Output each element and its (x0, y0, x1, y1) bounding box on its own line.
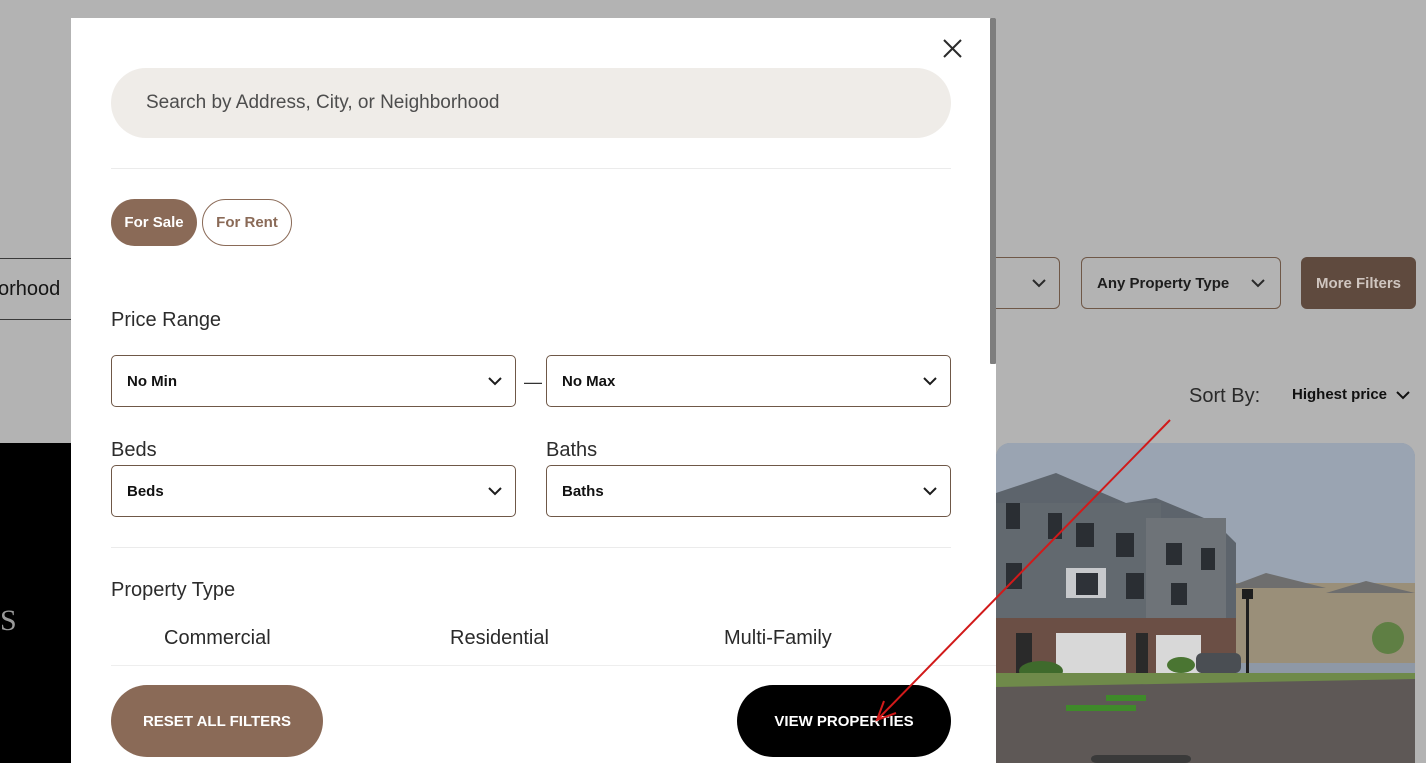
price-range-separator: — (524, 372, 542, 392)
beds-value: Beds (127, 482, 164, 500)
chevron-down-icon (488, 377, 502, 386)
close-button[interactable] (941, 37, 964, 60)
baths-label: Baths (546, 439, 598, 461)
chevron-down-icon (1032, 279, 1046, 288)
sort-by-dropdown[interactable]: Highest price (1292, 386, 1411, 403)
baths-value: Baths (562, 482, 604, 500)
beds-label: Beds (111, 439, 157, 461)
background-property-type-label: Any Property Type (1097, 274, 1230, 292)
price-range-label: Price Range (111, 309, 222, 331)
background-property-type-select[interactable]: Any Property Type (1081, 257, 1281, 309)
background-listing-photo[interactable] (996, 443, 1415, 763)
for-sale-toggle[interactable]: For Sale (111, 199, 197, 246)
sort-by-label: Sort By: (1189, 385, 1261, 407)
background-price-select[interactable] (990, 257, 1060, 309)
reset-all-filters-label: RESET ALL FILTERS (142, 712, 292, 730)
chevron-down-icon (1396, 390, 1410, 399)
background-more-filters-label: More Filters (1315, 274, 1402, 292)
price-max-select[interactable]: No Max (546, 355, 951, 407)
background-search-field[interactable]: orhood (0, 258, 74, 320)
search-input[interactable] (144, 91, 951, 115)
background-card-logo: S (0, 604, 17, 637)
price-min-value: No Min (127, 372, 177, 390)
chevron-down-icon (1251, 279, 1265, 288)
chevron-down-icon (923, 487, 937, 496)
property-type-residential[interactable]: Residential (450, 627, 549, 650)
property-type-label: Property Type (111, 579, 236, 601)
divider (111, 547, 951, 548)
background-search-text: orhood (0, 277, 61, 300)
view-properties-label: VIEW PROPERTIES (774, 712, 914, 730)
price-max-value: No Max (562, 372, 616, 390)
property-type-multi-family[interactable]: Multi-Family (724, 627, 832, 650)
for-rent-label: For Rent (216, 214, 278, 231)
townhouse-photo (996, 443, 1415, 763)
sort-by-value: Highest price (1292, 386, 1388, 403)
baths-select[interactable]: Baths (546, 465, 951, 517)
property-type-commercial[interactable]: Commercial (164, 627, 271, 650)
for-sale-label: For Sale (124, 214, 184, 231)
modal-scrollbar[interactable] (990, 18, 996, 364)
for-rent-toggle[interactable]: For Rent (202, 199, 292, 246)
search-bar[interactable] (111, 68, 951, 138)
price-min-select[interactable]: No Min (111, 355, 516, 407)
chevron-down-icon (488, 487, 502, 496)
background-listing-card[interactable] (0, 443, 71, 763)
beds-select[interactable]: Beds (111, 465, 516, 517)
close-icon (943, 39, 962, 58)
view-properties-button[interactable]: VIEW PROPERTIES (737, 685, 951, 757)
chevron-down-icon (923, 377, 937, 386)
divider (111, 665, 996, 666)
divider (111, 168, 951, 169)
reset-all-filters-button[interactable]: RESET ALL FILTERS (111, 685, 323, 757)
background-more-filters-button[interactable]: More Filters (1301, 257, 1416, 309)
